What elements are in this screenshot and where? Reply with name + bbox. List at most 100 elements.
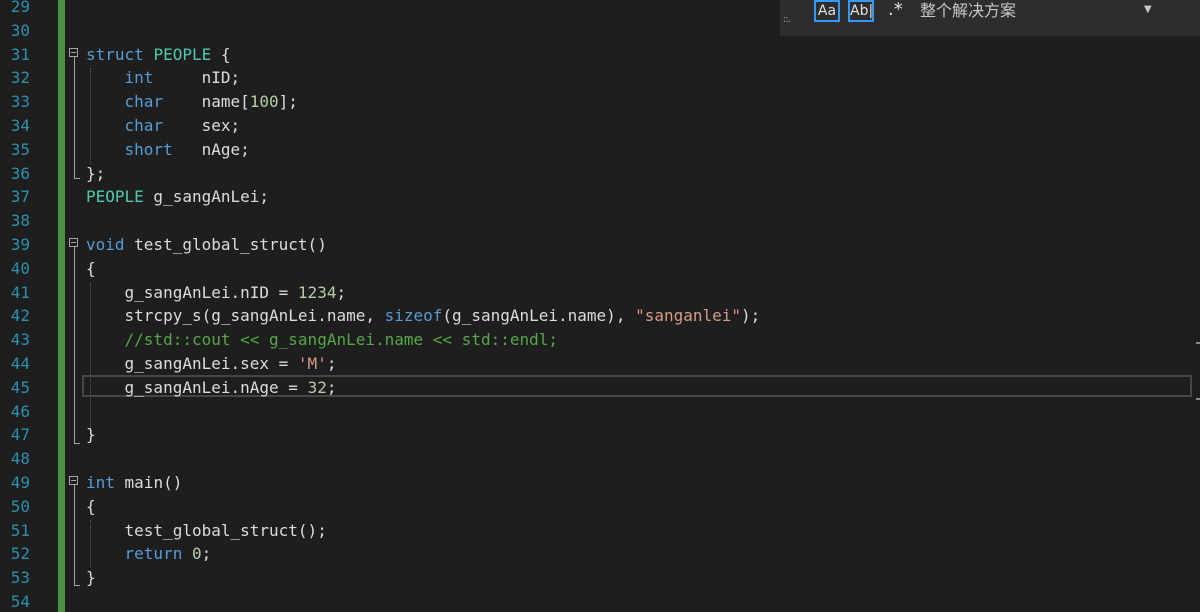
outline-end xyxy=(74,178,80,179)
line-number: 53 xyxy=(10,568,30,588)
line-number: 29 xyxy=(10,0,30,16)
code-token: short xyxy=(124,139,173,159)
code-token: }; xyxy=(86,163,106,183)
code-token: "sanganlei" xyxy=(635,306,742,326)
line-number: 51 xyxy=(10,520,30,540)
line-number: 49 xyxy=(10,473,30,492)
code-token: g_sangAnLei.sex = xyxy=(86,354,298,373)
match-case-button[interactable]: Aa xyxy=(814,0,840,22)
code-token: struct xyxy=(86,44,144,64)
line-number: 43 xyxy=(10,330,30,350)
code-line: } xyxy=(86,566,96,590)
line-number: 33 xyxy=(10,92,30,112)
code-line: char sex; xyxy=(86,114,241,138)
outline-line xyxy=(74,247,75,443)
line-number: 39 xyxy=(10,235,30,254)
code-token: char xyxy=(124,116,164,135)
code-token: PEOPLE xyxy=(153,44,212,64)
code-line: int main() xyxy=(86,471,182,495)
code-token: test_global_struct(); xyxy=(86,520,327,540)
outline-end xyxy=(74,585,80,586)
line-number: 34 xyxy=(10,116,30,135)
code-token: { xyxy=(211,44,231,64)
code-line: char name[100]; xyxy=(86,90,298,114)
code-token: //std::cout << g_sangAnLei.name << std::… xyxy=(124,330,559,350)
scrollbar-marker xyxy=(1196,398,1200,400)
code-token: PEOPLE xyxy=(86,187,144,207)
line-number: 54 xyxy=(10,592,30,611)
line-number: 30 xyxy=(10,20,30,40)
collapse-struct-icon[interactable] xyxy=(69,48,78,57)
code-line: { xyxy=(86,257,96,281)
code-token: 32 xyxy=(307,377,327,397)
code-token: } xyxy=(86,425,96,445)
code-line: test_global_struct(); xyxy=(86,519,327,543)
line-number: 48 xyxy=(10,449,30,469)
code-line: return 0; xyxy=(86,542,212,566)
line-number-gutter: 29 30 31 32 33 34 35 36 37 38 39 40 41 42 43 44 45 46 47 48… xyxy=(0,0,34,612)
code-token: { xyxy=(86,496,96,516)
find-toolbar: ::. Aa Ab| .* 整个解决方案 ▼ xyxy=(780,0,1200,36)
code-token: 1234 xyxy=(297,282,337,302)
line-number: 31 xyxy=(10,44,30,64)
code-token: name[ xyxy=(163,92,250,112)
code-line: strcpy_s(g_sangAnLei.name, sizeof(g_sang… xyxy=(86,304,761,328)
code-token: main() xyxy=(114,473,183,492)
code-token: } xyxy=(86,568,96,588)
code-token: 0 xyxy=(191,544,202,564)
line-number: 35 xyxy=(10,139,30,159)
line-number: 36 xyxy=(10,163,30,183)
code-token: nID; xyxy=(153,68,241,88)
line-number: 41 xyxy=(10,282,30,302)
line-number: 50 xyxy=(10,496,30,516)
code-token: test_global_struct() xyxy=(124,235,327,254)
line-number: 45 xyxy=(10,377,30,397)
code-token: nAge; xyxy=(172,139,250,159)
code-token: return xyxy=(124,544,183,564)
regex-button[interactable]: .* xyxy=(888,0,903,20)
code-line: PEOPLE g_sangAnLei; xyxy=(86,185,269,209)
code-token: sex; xyxy=(163,116,241,135)
code-token: ]; xyxy=(278,92,298,112)
code-token: ; xyxy=(326,377,337,397)
code-token: 'M' xyxy=(297,354,327,373)
code-token: void xyxy=(86,235,125,254)
code-editor[interactable]: 29 30 31 32 33 34 35 36 37 38 39 40 41 42 43 44 45 46 47 48… xyxy=(0,0,1200,612)
code-token: sizeof xyxy=(384,306,443,326)
code-token: g_sangAnLei; xyxy=(143,187,270,207)
outline-line xyxy=(74,57,75,178)
code-line: g_sangAnLei.nAge = 32; xyxy=(86,376,337,400)
code-line: short nAge; xyxy=(86,138,250,162)
line-number: 37 xyxy=(10,187,30,207)
code-token: (g_sangAnLei.name), xyxy=(442,306,636,326)
code-line: int nID; xyxy=(86,66,241,90)
code-token: char xyxy=(124,92,164,112)
outline-line xyxy=(74,485,75,585)
collapse-function-icon[interactable] xyxy=(69,238,78,247)
code-line: struct PEOPLE { xyxy=(86,43,231,67)
match-whole-word-button[interactable]: Ab| xyxy=(848,0,874,22)
line-number: 32 xyxy=(10,68,30,88)
chevron-down-icon[interactable]: ▼ xyxy=(1144,0,1152,20)
code-line: void test_global_struct() xyxy=(86,233,327,257)
code-line: } xyxy=(86,423,96,447)
outline-end xyxy=(74,443,80,444)
code-line: g_sangAnLei.nID = 1234; xyxy=(86,281,347,305)
search-scope-select[interactable]: 整个解决方案 xyxy=(920,0,1016,22)
code-token: int xyxy=(124,68,154,88)
collapse-main-icon[interactable] xyxy=(69,476,78,485)
code-token: ; xyxy=(326,354,337,373)
grip-icon[interactable]: ::. xyxy=(783,14,791,25)
code-token: 100 xyxy=(249,92,279,112)
code-token: g_sangAnLei.nAge = xyxy=(86,377,308,397)
line-number: 46 xyxy=(10,401,30,421)
line-number: 42 xyxy=(10,306,30,326)
code-line: //std::cout << g_sangAnLei.name << std::… xyxy=(86,328,558,352)
change-tracking-margin xyxy=(58,0,65,612)
